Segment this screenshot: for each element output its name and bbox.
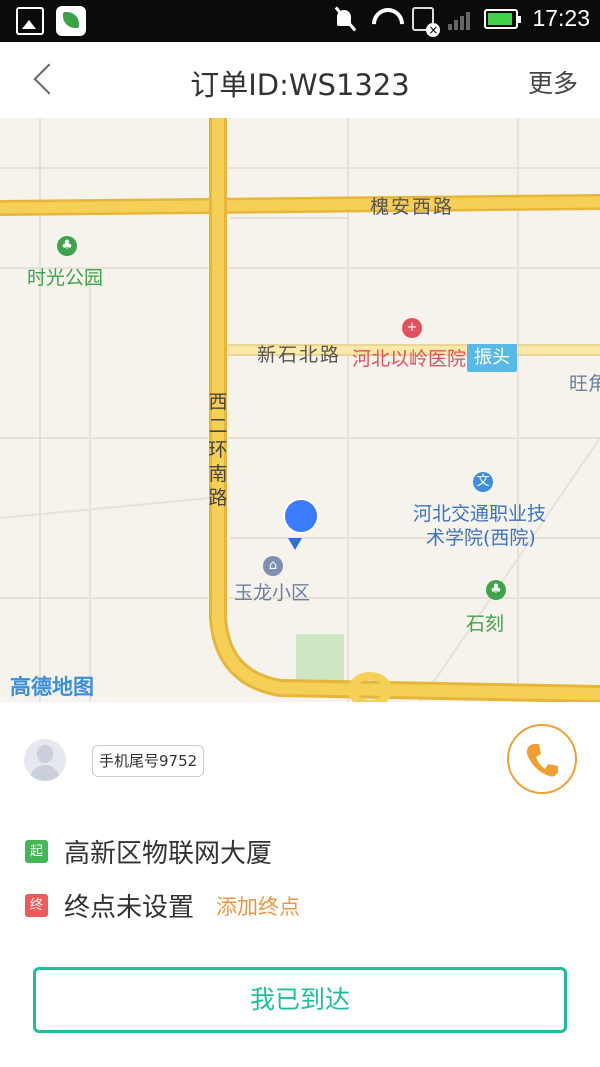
poi-label-zhentou: 振头 xyxy=(467,344,517,372)
map-logo: 高德地图 xyxy=(10,675,94,699)
order-info-panel: 手机尾号9752 起 高新区物联网大厦 终 终点未设置 添加终点 我已到达 xyxy=(0,702,600,1067)
map-roads xyxy=(0,118,600,702)
wifi-icon xyxy=(372,6,398,32)
current-location-marker xyxy=(283,498,319,534)
hospital-icon: + xyxy=(402,318,422,338)
avatar xyxy=(24,739,66,781)
road-label-xinshi-north: 新石北路 xyxy=(257,344,342,366)
phone-icon xyxy=(526,744,558,777)
add-destination-link[interactable]: 添加终点 xyxy=(216,891,300,921)
sim-off-icon xyxy=(412,6,441,37)
end-tag: 终 xyxy=(25,894,48,917)
end-address: 终点未设置 xyxy=(64,893,195,923)
shike-icon: ♣ xyxy=(486,580,506,600)
status-bar: 17:23 xyxy=(0,0,600,42)
poi-label-shike: 石刻 xyxy=(466,613,505,635)
call-button[interactable] xyxy=(507,724,577,794)
battery-icon xyxy=(484,8,522,29)
road-char: 西 xyxy=(208,391,228,413)
start-row: 起 高新区物联网大厦 xyxy=(25,833,272,870)
road-char: 路 xyxy=(208,487,228,509)
poi-label-park: 时光公园 xyxy=(27,267,104,289)
more-button[interactable]: 更多 xyxy=(528,64,578,100)
mute-icon xyxy=(332,6,358,32)
start-tag: 起 xyxy=(25,840,48,863)
poi-label-wang: 旺角 xyxy=(569,373,600,395)
road-label-west-2nd-ring: 西 二 环 南 路 xyxy=(207,390,229,510)
header-bar: 订单ID:WS1323 更多 xyxy=(0,42,600,118)
poi-label-college-1: 河北交通职业技 xyxy=(413,503,547,525)
road-char: 二 xyxy=(208,415,228,437)
app-icon xyxy=(56,6,86,36)
signal-icon xyxy=(448,8,471,30)
gallery-icon xyxy=(16,7,44,35)
school-icon: 文 xyxy=(473,472,493,492)
start-address: 高新区物联网大厦 xyxy=(64,839,273,869)
road-char: 南 xyxy=(208,463,228,485)
park-icon: ♣ xyxy=(57,236,77,256)
status-time: 17:23 xyxy=(532,5,590,31)
poi-label-hospital: 河北以岭医院 xyxy=(352,348,467,370)
end-row: 终 终点未设置 添加终点 xyxy=(25,887,300,924)
community-icon: ⌂ xyxy=(263,556,283,576)
arrived-button[interactable]: 我已到达 xyxy=(33,967,567,1033)
phone-tail-tag: 手机尾号9752 xyxy=(92,745,205,777)
direction-arrow-icon xyxy=(288,538,302,550)
poi-label-community: 玉龙小区 xyxy=(234,582,311,604)
page-title: 订单ID:WS1323 xyxy=(190,68,410,102)
map-view[interactable]: 槐安西路 振头 ♣ 时光公园 西 二 环 南 路 新石北路 + 河北以岭医院 旺… xyxy=(0,118,600,702)
poi-label-college-2: 术学院(西院) xyxy=(426,527,536,549)
road-char: 环 xyxy=(208,439,228,461)
road-label-huaian-west: 槐安西路 xyxy=(370,196,455,218)
